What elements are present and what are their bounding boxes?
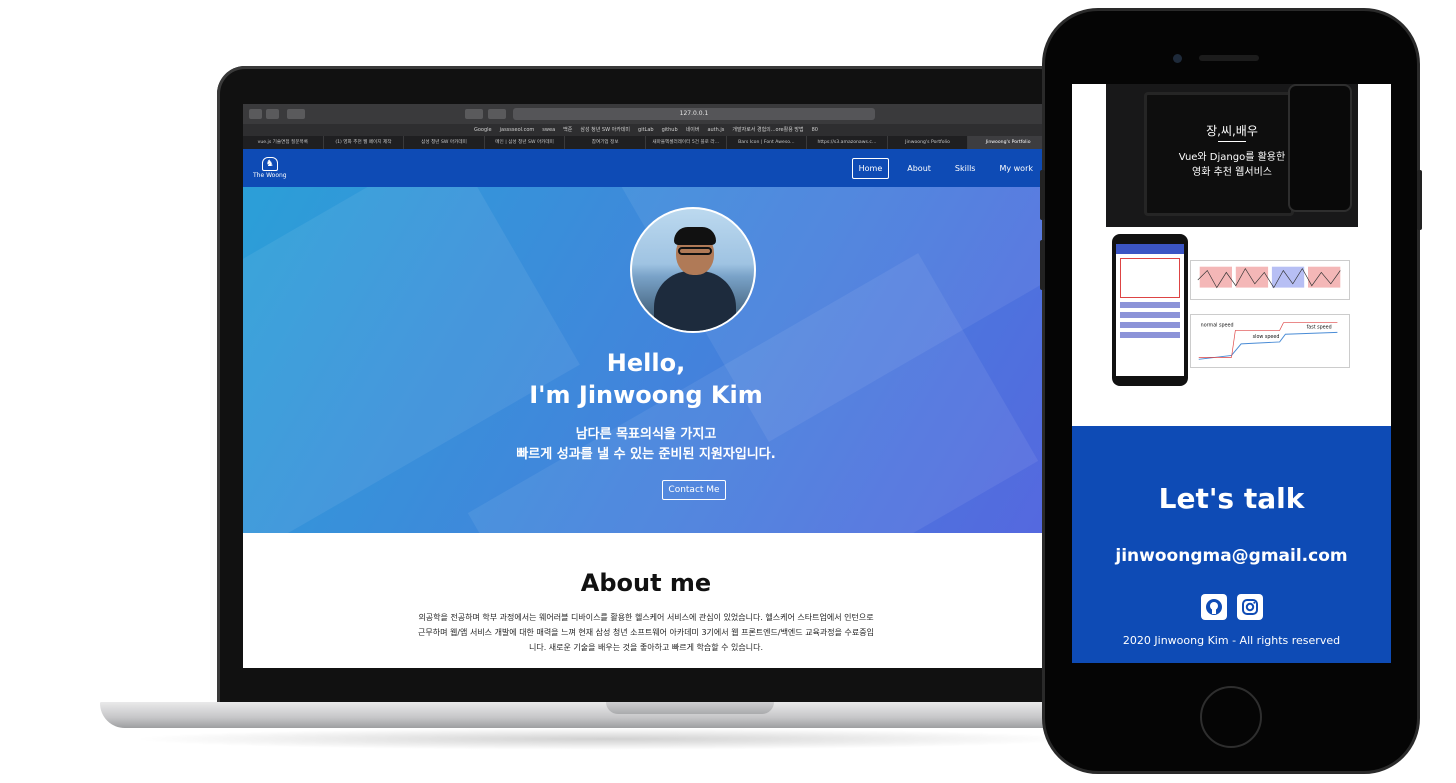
browser-tab[interactable]: https://s3.amazonaws.c…	[807, 136, 888, 149]
phone-camera	[1173, 54, 1182, 63]
app-button	[1120, 322, 1180, 328]
phone-speaker	[1199, 55, 1259, 61]
extension-button[interactable]	[488, 109, 506, 119]
chart-label-normal: normal speed	[1201, 323, 1234, 329]
signal-chart	[1190, 260, 1350, 300]
hero-greeting-line2: I'm Jinwoong Kim	[529, 381, 763, 409]
project2-phone-mockup	[1112, 234, 1188, 386]
phone-power-button	[1417, 170, 1422, 230]
back-button[interactable]	[249, 109, 262, 119]
phone-volume-button	[1040, 240, 1045, 290]
nav-skills[interactable]: Skills	[949, 159, 982, 178]
app-button	[1120, 332, 1180, 338]
about-section: About me 의공학을 전공하며 학부 과정에서는 웨어러블 디바이스를 활…	[243, 533, 1049, 668]
phone-volume-button	[1040, 170, 1045, 220]
chart-label-slow: slow speed	[1253, 334, 1280, 340]
social-links	[1072, 594, 1391, 620]
bookmarks-bar: Google jasssseol.com swea 백준 삼성 청년 SW 아카…	[243, 124, 1049, 136]
bookmark[interactable]: 백준	[563, 124, 572, 136]
laptop-screen: 127.0.0.1 Google jasssseol.com swea 백준 삼…	[243, 104, 1049, 668]
laptop-notch	[606, 702, 774, 714]
hero-subtitle-line2: 빠르게 성과를 낼 수 있는 준비된 지원자입니다.	[516, 447, 776, 462]
site-navbar: ♞ The Woong Home About Skills My work	[243, 149, 1049, 187]
instagram-icon[interactable]	[1236, 594, 1263, 620]
about-text: 의공학을 전공하며 학부 과정에서는 웨어러블 디바이스를 활용한 헬스케어 서…	[418, 613, 874, 652]
project-description-line1: Vue와 Django를 활용한	[1178, 152, 1286, 163]
app-button	[1120, 302, 1180, 308]
browser-toolbar: 127.0.0.1	[243, 104, 1049, 124]
avatar-glasses	[678, 247, 712, 255]
project-card-movie[interactable]: 장,씨,배우 Vue와 Django를 활용한 영화 추천 웹서비스	[1106, 84, 1358, 227]
speed-chart: normal speed slow speed fast speed	[1190, 314, 1350, 368]
address-bar[interactable]: 127.0.0.1	[513, 108, 875, 120]
phone-screen: 장,씨,배우 Vue와 Django를 활용한 영화 추천 웹서비스 norma…	[1072, 84, 1391, 663]
browser-tab-active[interactable]: Jinwoong's Portfolio	[968, 136, 1049, 149]
project-title: 장,씨,배우	[1206, 124, 1258, 138]
avatar-body	[654, 271, 736, 331]
contact-title: Let's talk	[1158, 482, 1305, 515]
nav-my-work[interactable]: My work	[993, 159, 1039, 178]
avatar-hair	[674, 227, 716, 245]
bookmark[interactable]: 80	[812, 124, 818, 136]
app-input-area	[1120, 258, 1180, 298]
bookmark[interactable]: jasssseol.com	[500, 124, 535, 136]
browser-tab[interactable]: 새마을엑셀러레이터 5건 블로 라…	[646, 136, 727, 149]
app-bar	[1116, 244, 1184, 254]
bookmark[interactable]: gitLab	[638, 124, 654, 136]
browser-tab[interactable]: vue.js 기술면접 질문목록	[243, 136, 324, 149]
project-description: Vue와 Django를 활용한 영화 추천 웹서비스	[1106, 150, 1358, 180]
bookmark[interactable]: swea	[542, 124, 555, 136]
sidebar-toggle-button[interactable]	[287, 109, 305, 119]
project2-app-screen	[1116, 244, 1184, 376]
browser-tab[interactable]: 삼성 청년 SW 아카데미	[404, 136, 485, 149]
chart-label-fast: fast speed	[1307, 324, 1332, 330]
nav-about[interactable]: About	[901, 159, 937, 178]
browser-tab[interactable]: Bars Icon | Font Aweso…	[727, 136, 808, 149]
nav-links: Home About Skills My work	[851, 157, 1039, 179]
nav-home[interactable]: Home	[851, 157, 890, 179]
bookmark[interactable]: auth.js	[707, 124, 724, 136]
reader-button[interactable]	[465, 109, 483, 119]
contact-me-button[interactable]: Contact Me	[662, 480, 726, 500]
laptop-shadow	[130, 728, 1080, 750]
hero-subtitle: 남다른 목표의식을 가지고 빠르게 성과를 낼 수 있는 준비된 지원자입니다.	[243, 425, 1049, 465]
browser-tabs: vue.js 기술면접 질문목록 (1) 영화 추천 웹 페이지 제작 삼성 청…	[243, 136, 1049, 149]
browser-tab[interactable]: 참여기업 정보	[565, 136, 646, 149]
bookmark[interactable]: github	[662, 124, 678, 136]
browser-tab[interactable]: Jinwoong's Portfolio	[888, 136, 969, 149]
bookmark[interactable]: Google	[474, 124, 492, 136]
laptop-base	[100, 702, 1110, 728]
browser-tab[interactable]: 메인 | 삼성 청년 SW 아카데미	[485, 136, 566, 149]
project-description-line2: 영화 추천 웹서비스	[1192, 167, 1272, 178]
site-logo[interactable]: ♞ The Woong	[253, 157, 287, 179]
forward-button[interactable]	[266, 109, 279, 119]
contact-email-link[interactable]: jinwoongma@gmail.com	[1072, 546, 1391, 566]
project-card-gait[interactable]: normal speed slow speed fast speed	[1112, 234, 1352, 389]
github-icon[interactable]	[1200, 594, 1227, 620]
phone-home-button[interactable]	[1200, 686, 1262, 748]
hero-greeting: Hello, I'm Jinwoong Kim	[243, 347, 1049, 411]
copyright-text: 2020 Jinwoong Kim - All rights reserved	[1122, 634, 1341, 647]
bookmark[interactable]: 네이버	[686, 124, 700, 136]
hero-subtitle-line1: 남다른 목표의식을 가지고	[575, 427, 717, 442]
profile-photo	[630, 207, 756, 333]
bookmark[interactable]: 삼성 청년 SW 아카데미	[580, 124, 630, 136]
logo-text: The Woong	[253, 172, 287, 179]
hero-greeting-line1: Hello,	[606, 349, 686, 377]
horse-logo-icon: ♞	[261, 157, 278, 171]
hero-section: Hello, I'm Jinwoong Kim 남다른 목표의식을 가지고 빠르…	[243, 187, 1049, 533]
contact-section: Let's talk jinwoongma@gmail.com 2020 Jin…	[1072, 426, 1391, 663]
project-divider	[1218, 141, 1246, 142]
browser-tab[interactable]: (1) 영화 추천 웹 페이지 제작	[324, 136, 405, 149]
app-button	[1120, 312, 1180, 318]
about-title: About me	[580, 569, 712, 597]
bookmark[interactable]: 개발자로서 경험의...ore활용 방법	[732, 124, 803, 136]
